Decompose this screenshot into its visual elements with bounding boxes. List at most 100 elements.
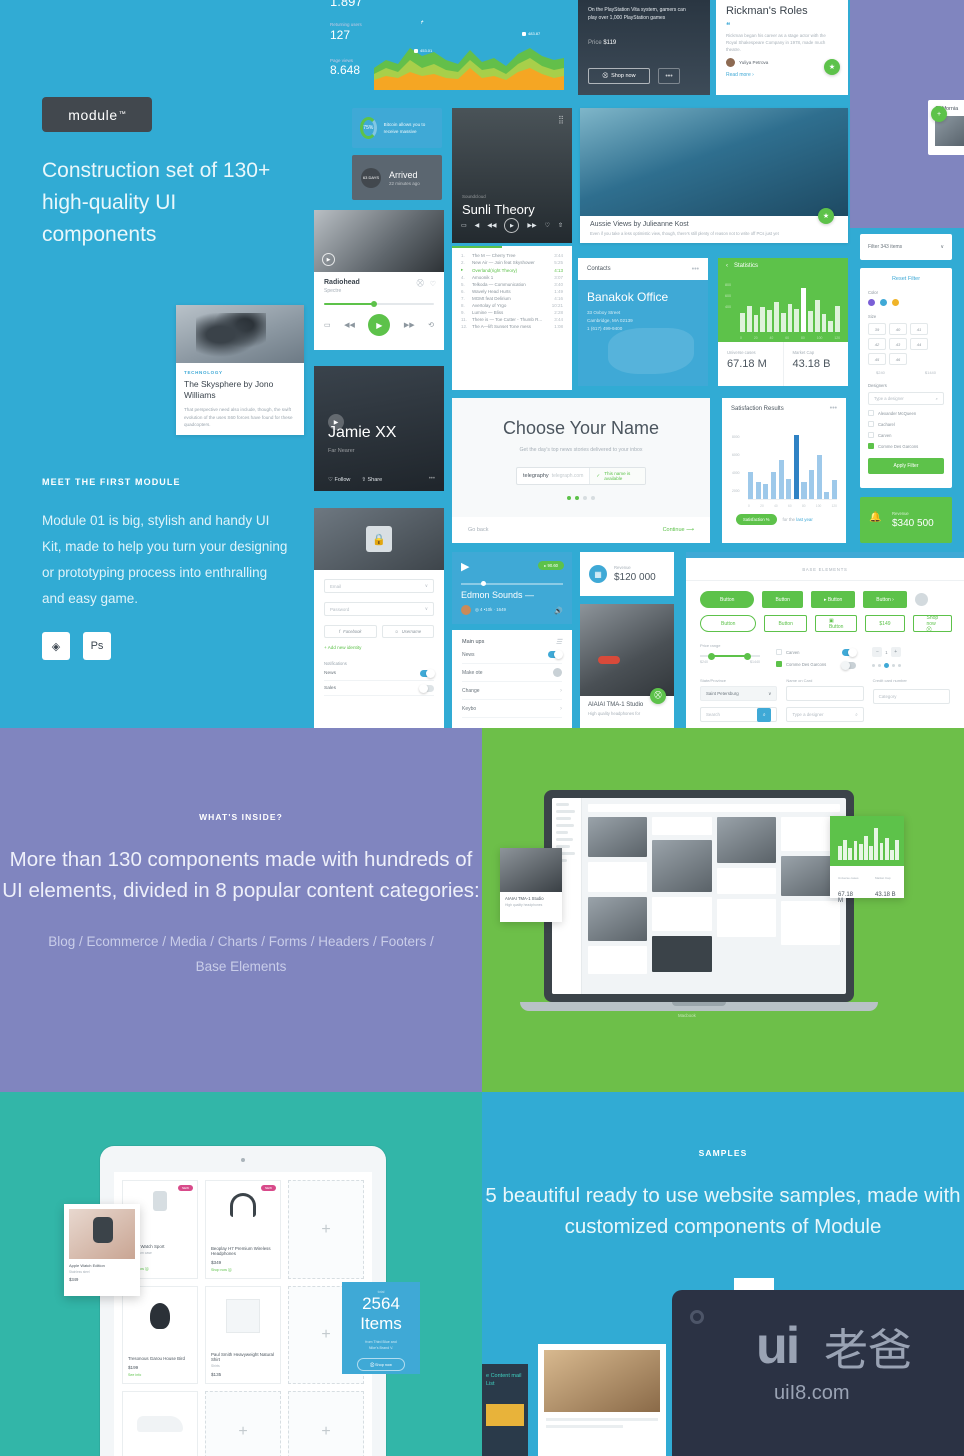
more-options-icon[interactable]: ••• (429, 476, 435, 482)
player-card-edmon[interactable]: ▶ ▸ 90.60 Edmon Sounds — ◎ 4 •10k · 1649… (452, 552, 572, 624)
button-circle[interactable] (914, 593, 928, 606)
designer-input[interactable]: Type a designer ⌕ (786, 707, 864, 722)
base-elements-panel[interactable]: BASE ELEMENTS Button Button ▸ Button But… (686, 552, 964, 728)
card-contacts[interactable]: Contacts ••• Banakok Office 33 Oxboy Str… (578, 258, 708, 386)
size-option[interactable]: 41 (910, 323, 928, 335)
email-field[interactable]: Email ∨ (324, 579, 434, 593)
star-fab-icon[interactable]: ★ (824, 59, 840, 75)
go-back-button[interactable]: Go back (468, 527, 488, 533)
photoshop-icon[interactable]: Ps (83, 632, 111, 660)
next-icon[interactable]: ▶▶ (404, 321, 415, 329)
progress-slider[interactable] (324, 301, 434, 307)
list-item[interactable]: Change › (462, 682, 562, 700)
media-card-bike[interactable]: ▶ (314, 210, 444, 272)
card-statistics[interactable]: ‹ Statistics 800 600 400 0 20 40 60 80 100 120 U… (718, 258, 848, 386)
add-identity-link[interactable]: + Add new identity (324, 645, 434, 650)
button-price[interactable]: $149 (865, 615, 905, 632)
back-icon[interactable]: ‹ (726, 263, 728, 269)
size-option[interactable]: 43 (889, 338, 907, 350)
size-option[interactable]: 44 (910, 338, 928, 350)
product-card[interactable]: NEW Beoplay H7 Premium Wireless Headphon… (205, 1180, 281, 1279)
volume-icon[interactable]: 🔊 (554, 607, 563, 615)
prev-icon[interactable]: ◀◀ (344, 321, 355, 329)
size-option[interactable]: 40 (889, 323, 907, 335)
size-options[interactable]: 39 40 41 42 43 44 45 46 (868, 323, 944, 365)
table-row[interactable]: 5. Telkoda — Communication 3:40 (452, 281, 572, 288)
table-row[interactable]: 2. New Air — Join feat Skyshower 5:25 (452, 259, 572, 266)
name-input-group[interactable]: telegraphy telegraph.com ✓ This name is … (516, 467, 646, 485)
search-icon[interactable]: ⌕ (855, 712, 857, 717)
card-settings-list[interactable]: Main ups ☰ News Make ote Change › Keybo › (452, 630, 572, 728)
swatch-purple[interactable] (868, 299, 875, 306)
heart-icon[interactable]: ♡ (545, 222, 550, 229)
next-icon[interactable]: ▶▶ (527, 222, 536, 229)
button-fill-arrow[interactable]: Button › (863, 591, 907, 608)
table-row[interactable]: 4. Amoonik 1 3:07 (452, 274, 572, 281)
satisfaction-pill[interactable]: Satisfaction % (736, 514, 777, 525)
size-option[interactable]: 39 (868, 323, 886, 335)
designer-search-input[interactable]: Type a designer ⌕ (868, 392, 944, 405)
play-button[interactable]: ▶ (504, 218, 520, 233)
checkbox-checked[interactable] (868, 443, 874, 449)
list-item[interactable]: Carven (868, 432, 944, 438)
list-item[interactable]: News (324, 666, 435, 681)
table-row[interactable]: 6. Wavely Head Hurts 1:49 (452, 288, 572, 295)
checkbox[interactable] (868, 410, 874, 416)
product-card-headphone[interactable]: AIAIAI TMA-1 Studio High quality headpho… (580, 604, 674, 728)
list-item[interactable]: Comme Des Garcons (868, 443, 944, 449)
button-outline-pill[interactable]: Button (700, 615, 757, 632)
grid-menu-icon[interactable]: ⣿ (558, 115, 564, 124)
button-fill[interactable]: Button (762, 591, 803, 608)
checkbox-checked[interactable] (776, 661, 782, 667)
table-row[interactable]: 1. The M — Cherry Tree 3:44 (452, 252, 572, 259)
sketch-icon[interactable]: ◈ (42, 632, 70, 660)
product-card[interactable]: Paul Smith Heavyweight Natural Shirt Shi… (205, 1286, 281, 1384)
volume-icon[interactable]: ◀ (475, 222, 480, 229)
checkbox[interactable] (868, 421, 874, 427)
toggle-on[interactable] (420, 668, 435, 678)
table-row[interactable]: ▸ Overland(right Theory) 4:13 (452, 266, 572, 274)
continue-button[interactable]: Continue ⟶ (663, 527, 694, 533)
category-input[interactable]: Category (872, 689, 950, 704)
facebook-button[interactable]: f Facebook (324, 625, 377, 638)
step-dots[interactable] (452, 496, 710, 500)
button-pill[interactable]: Button (700, 591, 755, 608)
stepper-minus[interactable]: − (872, 647, 883, 657)
product-card[interactable] (122, 1391, 198, 1456)
range-slider[interactable] (700, 652, 760, 660)
stepper-plus[interactable]: + (890, 647, 901, 657)
list-item[interactable]: Keybo › (462, 700, 562, 718)
more-options-icon[interactable]: ••• (658, 68, 680, 84)
product-card[interactable]: Tresonous Garou House Bird $199 See info (122, 1286, 198, 1384)
list-item[interactable]: News (462, 646, 563, 664)
toggle-off[interactable] (841, 661, 857, 670)
list-item[interactable]: Alexander McQueen (868, 410, 944, 416)
shop-now-button[interactable]: ⛒ Shop now (357, 1358, 405, 1371)
media-card-jamie[interactable]: ▶ Jamie XX Far Nearer ♡ Follow ⇧ Share •… (314, 366, 444, 491)
list-item[interactable]: Cacharel (868, 421, 944, 427)
heart-icon[interactable]: ♡ (430, 280, 436, 288)
table-row[interactable]: 12. The A—lift Sunset Tone mess 1:08 (452, 323, 572, 330)
size-option[interactable]: 46 (889, 353, 907, 365)
social-buttons[interactable]: f Facebook ☺ Username (324, 625, 434, 638)
button-fill-icon[interactable]: ▸ Button (810, 591, 856, 608)
card-satisfaction[interactable]: Satisfaction Results ••• 8000 6000 4000 200… (722, 398, 846, 543)
blog-card-skysphere[interactable]: TECHNOLOGY The Skysphere by Jono William… (176, 305, 304, 435)
progress-slider[interactable] (461, 581, 563, 586)
shop-now-button[interactable]: ⛒ Shop now (588, 68, 650, 84)
follow-button[interactable]: ♡ Follow (328, 477, 350, 483)
toggle-off[interactable] (419, 683, 434, 693)
shop-now-button[interactable]: Shop now ⛒ (211, 1268, 275, 1272)
cart-fab-icon[interactable]: ⛒ (650, 688, 666, 704)
product-placeholder[interactable]: + (288, 1391, 364, 1456)
player-card-sunli[interactable]: ⣿ Soundcloud Sunli Theory ▭ ◀ ◀◀ ▶ ▶▶ ♡ … (452, 108, 572, 243)
blog-card-rickman[interactable]: Rickman's Roles ❝ Rickman began his care… (716, 0, 848, 95)
card-california[interactable]: California + (928, 100, 964, 155)
queue-icon[interactable]: ▭ (324, 321, 331, 329)
repeat-icon[interactable]: ⟲ (428, 321, 434, 329)
card-choose-name[interactable]: Choose Your Name Get the day's top news … (452, 398, 710, 543)
media-card-aussie[interactable]: Aussie Views by Julieanne Kost Even if y… (580, 108, 848, 243)
size-option[interactable]: 45 (868, 353, 886, 365)
select-state[interactable]: Saint Petersburg ∨ (700, 686, 778, 701)
table-row[interactable]: 9. Lumine — Bliss 2:28 (452, 309, 572, 316)
